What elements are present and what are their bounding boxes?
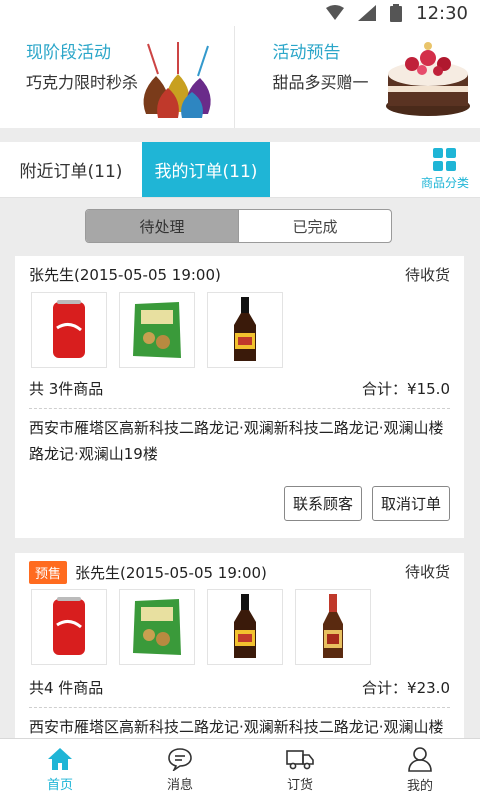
card-edge xyxy=(15,536,464,544)
order-status: 待收货 xyxy=(404,266,450,284)
nav-profile[interactable]: 我的 xyxy=(360,739,480,800)
promo-upcoming[interactable]: 活动预告 甜品多买赠一 xyxy=(233,26,480,128)
category-button[interactable]: 商品分类 xyxy=(410,142,480,197)
bottle-image xyxy=(234,594,256,658)
order-customer: 张先生(2015-05-05 19:00) xyxy=(29,266,221,284)
soy-sauce-bottle[interactable] xyxy=(207,292,283,368)
tab-nearby-orders[interactable]: 附近订单(11) xyxy=(0,142,142,197)
cancel-order-button[interactable]: 取消订单 xyxy=(371,486,450,521)
cake-image xyxy=(386,42,470,116)
order-status: 待收货 xyxy=(404,563,450,581)
snack-image xyxy=(133,599,181,655)
bottom-nav: 首页 消息 订货 我的 xyxy=(0,738,480,800)
soy-sauce-bottle[interactable] xyxy=(207,589,283,665)
divider xyxy=(29,707,450,708)
grid-icon xyxy=(433,148,456,171)
nav-label: 消息 xyxy=(166,777,193,793)
product-thumbnails xyxy=(31,589,371,665)
order-total: 合计：¥15.0 xyxy=(362,380,450,398)
cola-image xyxy=(53,300,85,358)
item-count: 共4 件商品 xyxy=(29,679,104,697)
order-card[interactable]: 预售 张先生(2015-05-05 19:00) 待收货 共4 件商品 合计：¥… xyxy=(15,553,464,753)
category-label: 商品分类 xyxy=(420,176,469,190)
delivery-address: 西安市雁塔区高新科技二路龙记·观澜新科技二路龙记·观澜山楼 xyxy=(29,718,444,736)
order-card[interactable]: 张先生(2015-05-05 19:00) 待收货 共 3件商品 合计：¥15.… xyxy=(15,256,464,544)
contact-customer-button[interactable]: 联系顾客 xyxy=(283,486,362,521)
snack-bag[interactable] xyxy=(119,292,195,368)
snack-bag[interactable] xyxy=(119,589,195,665)
user-icon xyxy=(408,746,432,772)
order-total: 合计：¥23.0 xyxy=(362,679,450,697)
item-count: 共 3件商品 xyxy=(29,380,104,398)
truck-icon xyxy=(286,749,314,769)
signal-icon xyxy=(358,5,377,21)
message-icon xyxy=(168,747,192,771)
wifi-icon xyxy=(326,5,345,20)
presale-badge: 预售 xyxy=(29,561,68,584)
order-tabs: 附近订单(11) 我的订单(11) 商品分类 xyxy=(0,142,480,198)
segment-pending[interactable]: 待处理 xyxy=(86,210,238,242)
cola-image xyxy=(53,597,85,655)
bottle-image xyxy=(323,594,343,658)
product-thumbnails xyxy=(31,292,283,368)
bottle-image xyxy=(234,297,256,361)
nav-messages[interactable]: 消息 xyxy=(120,739,240,800)
coca-cola-can[interactable] xyxy=(31,589,107,665)
promo-banner: 现阶段活动 巧克力限时秒杀 活动预告 甜品多买赠一 xyxy=(0,26,480,128)
snack-image xyxy=(133,302,181,358)
nav-home[interactable]: 首页 xyxy=(0,739,120,800)
status-segment: 待处理 已完成 xyxy=(85,209,392,243)
battery-icon xyxy=(390,4,403,22)
coca-cola-can[interactable] xyxy=(31,292,107,368)
status-bar: 12:30 xyxy=(0,0,480,26)
divider xyxy=(29,408,450,409)
chocolate-image xyxy=(143,42,211,118)
order-customer: 张先生(2015-05-05 19:00) xyxy=(75,564,267,582)
segment-done[interactable]: 已完成 xyxy=(238,210,391,242)
nav-label: 我的 xyxy=(406,778,433,794)
nav-order-goods[interactable]: 订货 xyxy=(240,739,360,800)
home-icon xyxy=(48,747,72,770)
promo-current[interactable]: 现阶段活动 巧克力限时秒杀 xyxy=(0,26,234,128)
nav-label: 订货 xyxy=(286,777,313,793)
tab-my-orders[interactable]: 我的订单(11) xyxy=(142,142,270,197)
nav-label: 首页 xyxy=(46,777,73,793)
delivery-address: 西安市雁塔区高新科技二路龙记·观澜新科技二路龙记·观澜山楼路龙记·观澜山19楼 xyxy=(29,419,444,463)
status-time: 12:30 xyxy=(416,2,468,24)
vinegar-bottle[interactable] xyxy=(295,589,371,665)
